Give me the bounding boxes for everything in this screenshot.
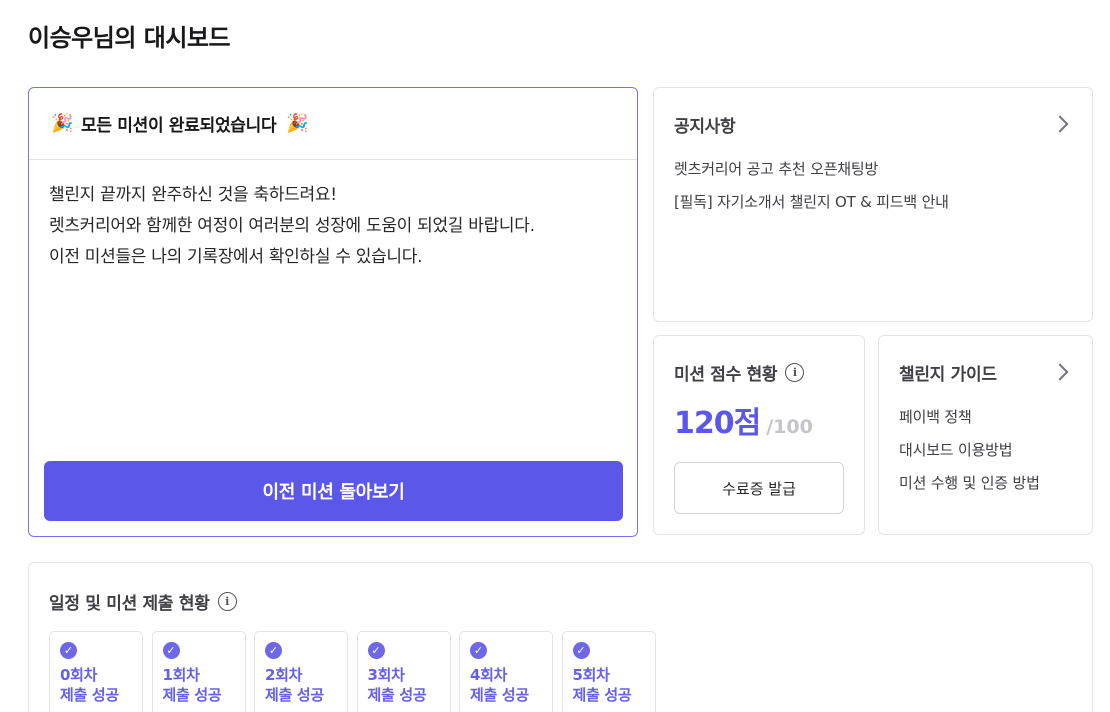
score-value: 120점 xyxy=(674,406,761,441)
guide-list: 페이백 정책 대시보드 이용방법 미션 수행 및 인증 방법 xyxy=(879,384,1092,500)
party-popper-icon: 🎉 xyxy=(51,113,74,134)
party-popper-icon: 🎉 xyxy=(286,113,309,134)
round-name: 0회차 xyxy=(60,666,98,684)
round-item[interactable]: ✓ 0회차 제출 성공 xyxy=(49,631,143,712)
issue-certificate-button[interactable]: 수료증 발급 xyxy=(674,462,844,514)
round-name: 4회차 xyxy=(470,666,508,684)
round-name: 1회차 xyxy=(162,666,200,684)
round-status: 제출 성공 xyxy=(265,686,324,704)
check-icon: ✓ xyxy=(265,642,282,659)
score-header: 미션 점수 현황 i xyxy=(654,336,864,385)
notice-item[interactable]: [필독] 자기소개서 챌린지 OT & 피드백 안내 xyxy=(674,186,1072,219)
round-status: 제출 성공 xyxy=(162,686,222,704)
guide-header[interactable]: 챌린지 가이드 xyxy=(879,336,1092,385)
review-previous-missions-button[interactable]: 이전 미션 돌아보기 xyxy=(44,461,623,521)
round-status: 제출 성공 xyxy=(367,686,427,704)
round-name: 5회차 xyxy=(572,666,610,684)
round-item[interactable]: ✓ 1회차 제출 성공 xyxy=(151,631,246,712)
round-item[interactable]: ✓ 5회차 제출 성공 xyxy=(561,631,656,712)
page-title: 이승우님의 대시보드 xyxy=(28,24,231,52)
mission-message: 챌린지 끝까지 완주하신 것을 축하드려요! 렛츠커리어와 함께한 여정이 여러… xyxy=(29,160,637,273)
round-status: 제출 성공 xyxy=(60,686,119,704)
schedule-header: 일정 및 미션 제출 현황 i xyxy=(29,563,1092,614)
mission-header: 🎉 모든 미션이 완료되었습니다 🎉 xyxy=(29,88,637,160)
mission-message-line: 이전 미션들은 나의 기록장에서 확인하실 수 있습니다. xyxy=(49,247,423,267)
guide-item[interactable]: 미션 수행 및 인증 방법 xyxy=(899,467,1072,500)
info-icon[interactable]: i xyxy=(785,362,805,382)
guide-item[interactable]: 대시보드 이용방법 xyxy=(899,434,1072,467)
challenge-guide-card: 챌린지 가이드 페이백 정책 대시보드 이용방법 미션 수행 및 인증 방법 xyxy=(878,335,1093,535)
round-list: ✓ 0회차 제출 성공 ✓ 1회차 제출 성공 ✓ 2회차 제출 성공 ✓ 3회… xyxy=(49,631,664,712)
check-icon: ✓ xyxy=(60,642,77,659)
mission-complete-card: 🎉 모든 미션이 완료되었습니다 🎉 챌린지 끝까지 완주하신 것을 축하드려요… xyxy=(28,87,638,537)
mission-title: 모든 미션이 완료되었습니다 xyxy=(81,116,277,136)
score-title: 미션 점수 현황 i xyxy=(674,360,805,385)
check-icon: ✓ xyxy=(162,642,180,659)
schedule-card: 일정 및 미션 제출 현황 i ✓ 0회차 제출 성공 ✓ 1회차 제출 성공 … xyxy=(28,562,1093,712)
mission-message-line: 렛츠커리어와 함께한 여정이 여러분의 성장에 도움이 되었길 바랍니다. xyxy=(49,216,535,236)
chevron-right-icon[interactable] xyxy=(1051,115,1069,133)
score-title-text: 미션 점수 현황 xyxy=(674,364,778,385)
notice-card: 공지사항 렛츠커리어 공고 추천 오픈채팅방 [필독] 자기소개서 챌린지 OT… xyxy=(653,87,1093,322)
round-item[interactable]: ✓ 4회차 제출 성공 xyxy=(459,631,553,712)
score-max: /100 xyxy=(766,416,813,438)
info-icon[interactable]: i xyxy=(217,592,237,611)
guide-title: 챌린지 가이드 xyxy=(899,364,997,385)
round-item[interactable]: ✓ 2회차 제출 성공 xyxy=(254,631,348,712)
schedule-title: 일정 및 미션 제출 현황 i xyxy=(49,589,1072,614)
chevron-right-icon[interactable] xyxy=(1051,363,1069,381)
check-icon: ✓ xyxy=(572,642,590,659)
mission-message-line: 챌린지 끝까지 완주하신 것을 축하드려요! xyxy=(49,185,337,205)
guide-item[interactable]: 페이백 정책 xyxy=(899,401,1072,434)
round-status: 제출 성공 xyxy=(470,686,529,704)
schedule-title-text: 일정 및 미션 제출 현황 xyxy=(49,594,210,614)
notice-item[interactable]: 렛츠커리어 공고 추천 오픈채팅방 xyxy=(674,153,1072,186)
notice-header[interactable]: 공지사항 xyxy=(654,88,1092,137)
notice-list: 렛츠커리어 공고 추천 오픈채팅방 [필독] 자기소개서 챌린지 OT & 피드… xyxy=(654,136,1092,219)
check-icon: ✓ xyxy=(367,642,385,659)
check-icon: ✓ xyxy=(470,642,487,659)
round-name: 3회차 xyxy=(367,666,405,684)
round-status: 제출 성공 xyxy=(572,686,632,704)
score-display: 120점 /100 xyxy=(654,384,864,442)
mission-score-card: 미션 점수 현황 i 120점 /100 수료증 발급 xyxy=(653,335,865,535)
notice-title: 공지사항 xyxy=(674,116,736,137)
round-item[interactable]: ✓ 3회차 제출 성공 xyxy=(356,631,451,712)
round-name: 2회차 xyxy=(265,666,303,684)
